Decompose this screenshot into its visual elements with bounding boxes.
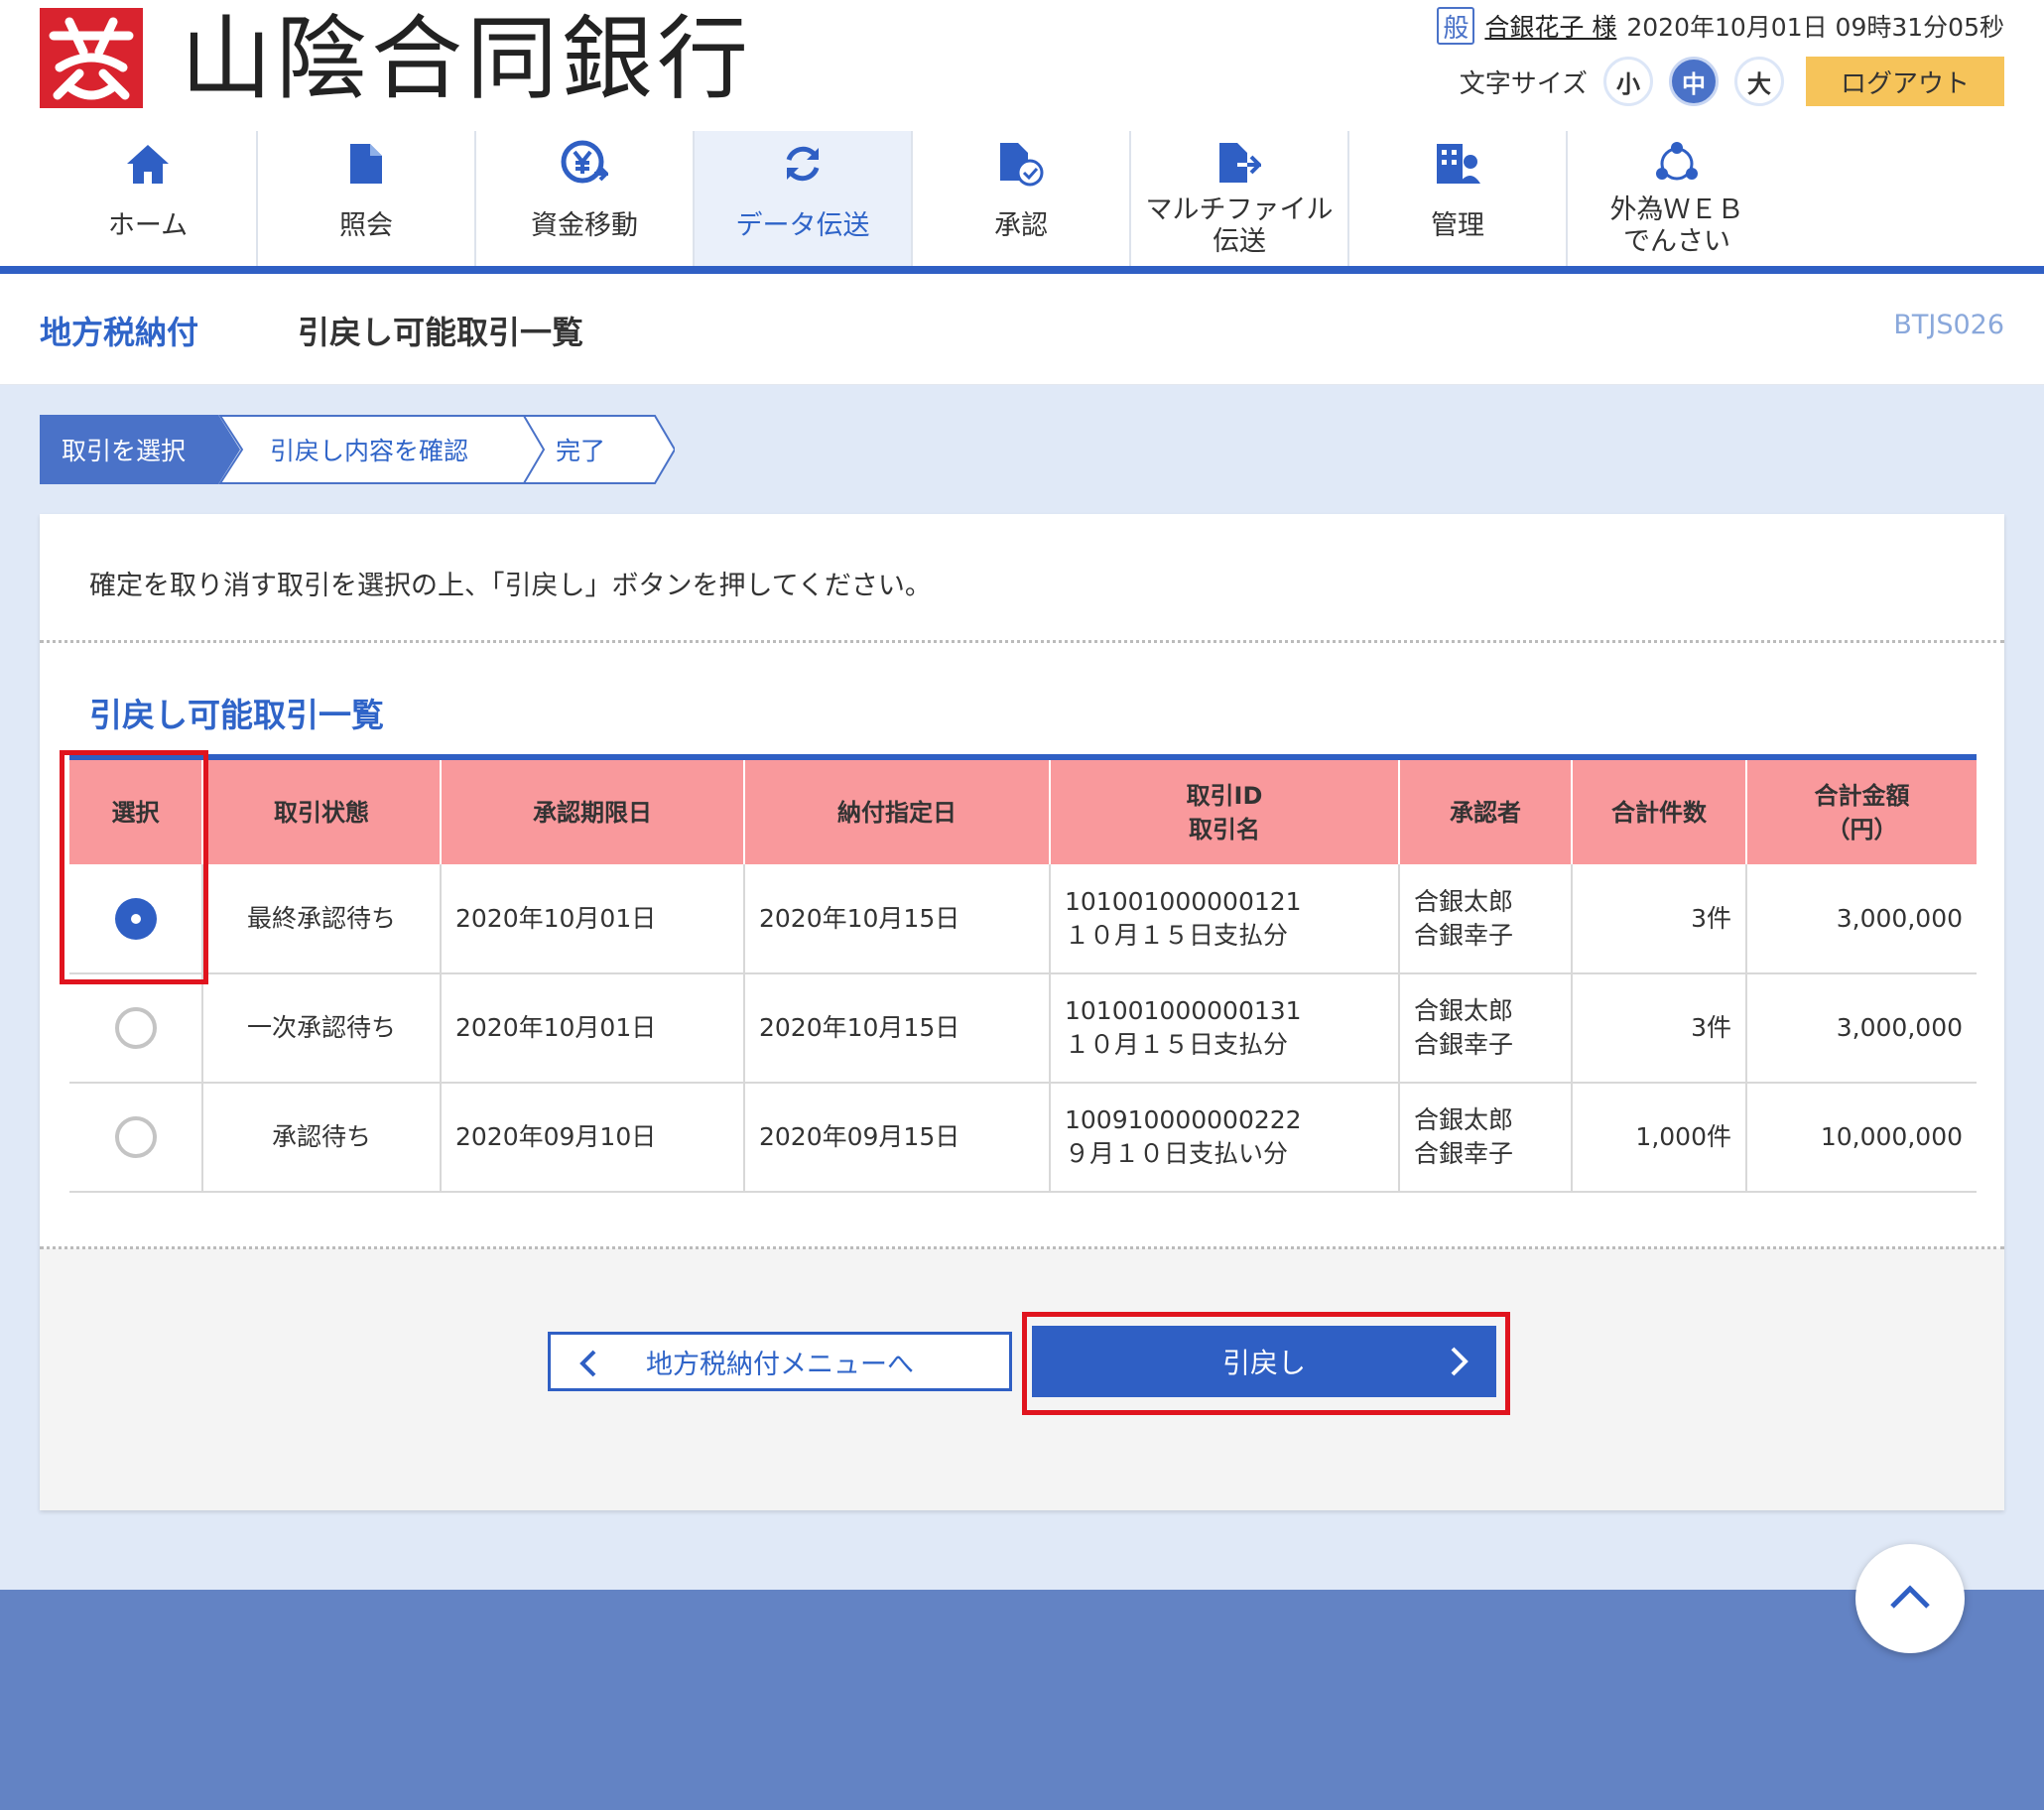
table-header-row: 選択 取引状態 承認期限日 納付指定日 取引ID 取引名 承認者 合計件数 合計… xyxy=(69,757,1977,864)
row-payment-date: 2020年10月15日 xyxy=(743,973,1050,1084)
row-transaction-id-name: 101001000000121 １０月１５日支払分 xyxy=(1049,864,1399,974)
row-approval-deadline: 2020年10月01日 xyxy=(440,864,744,974)
nav-inquiry[interactable]: 照会 xyxy=(258,131,476,266)
col-approvers: 承認者 xyxy=(1398,757,1572,864)
row-payment-date: 2020年10月15日 xyxy=(743,864,1050,974)
admin-icon xyxy=(1433,139,1482,189)
page-header: 地方税納付 引戻し可能取引一覧 BTJS026 xyxy=(0,274,2044,385)
divider xyxy=(40,640,2004,643)
select-column-highlight xyxy=(60,750,208,984)
footer xyxy=(0,1590,2044,1810)
pullback-button-highlight xyxy=(1022,1312,1510,1415)
row-select-radio[interactable] xyxy=(114,1007,157,1049)
row-transaction-id-name: 101001000000131 １０月１５日支払分 xyxy=(1049,973,1399,1084)
global-nav: ホーム 照会 資金移動 データ伝送 承認 マルチファイル 伝送 管理 外為ＷＥＢ… xyxy=(40,131,2004,266)
nav-inquiry-label: 照会 xyxy=(339,210,393,241)
row-total-amount: 3,000,000 xyxy=(1745,973,1977,1084)
nav-divider xyxy=(0,266,2044,274)
divider xyxy=(40,1246,2004,1249)
logout-button[interactable]: ログアウト xyxy=(1806,57,2004,106)
font-size-large-button[interactable]: 大 xyxy=(1734,57,1784,106)
login-datetime: 2020年10月01日 09時31分05秒 xyxy=(1626,13,2004,42)
step-1-select: 取引を選択 xyxy=(62,437,187,465)
user-info: 般 合銀花子 様 2020年10月01日 09時31分05秒 xyxy=(1437,6,2004,46)
row-select-radio[interactable] xyxy=(114,1116,157,1158)
step-2-confirm: 引戻し内容を確認 xyxy=(270,437,469,465)
screen-id: BTJS026 xyxy=(1893,310,2004,340)
approve-icon xyxy=(996,139,1046,189)
back-to-menu-label: 地方税納付メニューへ xyxy=(646,1349,914,1380)
nav-forex-densai-label: 外為ＷＥＢ でんさい xyxy=(1609,194,1744,257)
nav-data-transmission[interactable]: データ伝送 xyxy=(695,131,913,266)
chevron-left-icon xyxy=(576,1349,598,1385)
nav-fund-transfer[interactable]: 資金移動 xyxy=(476,131,695,266)
row-total-count: 3件 xyxy=(1571,864,1746,974)
sync-icon xyxy=(778,139,828,189)
nav-admin[interactable]: 管理 xyxy=(1349,131,1568,266)
page-title: 引戻し可能取引一覧 xyxy=(298,314,584,351)
font-size-label: 文字サイズ xyxy=(1459,68,1588,99)
transactions-table: 選択 取引状態 承認期限日 納付指定日 取引ID 取引名 承認者 合計件数 合計… xyxy=(69,754,1977,1193)
col-total-count: 合計件数 xyxy=(1571,757,1746,864)
col-approval-deadline: 承認期限日 xyxy=(440,757,744,864)
col-total-amount: 合計金額 （円） xyxy=(1745,757,1977,864)
back-to-top-button[interactable] xyxy=(1855,1544,1965,1653)
yen-transfer-icon xyxy=(560,139,609,189)
row-total-amount: 3,000,000 xyxy=(1745,864,1977,974)
col-payment-date: 納付指定日 xyxy=(743,757,1050,864)
bank-logo xyxy=(40,8,143,108)
user-name-link[interactable]: 合銀花子 様 xyxy=(1484,8,1616,44)
chevron-up-icon xyxy=(1888,1583,1932,1615)
table-row[interactable]: 最終承認待ち 2020年10月01日 2020年10月15日 101001000… xyxy=(69,864,1977,974)
row-status: 最終承認待ち xyxy=(201,864,441,974)
home-icon xyxy=(123,139,173,189)
nav-home[interactable]: ホーム xyxy=(40,131,258,266)
row-approvers: 合銀太郎 合銀幸子 xyxy=(1398,864,1572,974)
row-approvers: 合銀太郎 合銀幸子 xyxy=(1398,973,1572,1084)
file-transfer-icon xyxy=(1214,139,1264,189)
section-title: 引戻し可能取引一覧 xyxy=(89,696,384,734)
document-icon xyxy=(341,139,391,189)
font-size-controls: 文字サイズ 小 中 大 ログアウト xyxy=(1460,52,2004,111)
nav-data-transmission-label: データ伝送 xyxy=(735,210,870,241)
table-row[interactable]: 承認待ち 2020年09月10日 2020年09月15日 10091000000… xyxy=(69,1083,1977,1193)
step-indicator: 取引を選択 引戻し内容を確認 完了 xyxy=(40,415,675,484)
row-total-count: 3件 xyxy=(1571,973,1746,1084)
instruction-text: 確定を取り消す取引を選択の上、「引戻し」ボタンを押してください。 xyxy=(89,571,932,601)
nav-multi-file-label: マルチファイル 伝送 xyxy=(1145,194,1334,257)
table-row[interactable]: 一次承認待ち 2020年10月01日 2020年10月15日 101001000… xyxy=(69,973,1977,1084)
network-icon xyxy=(1652,139,1702,189)
bank-name: 山陰合同銀行 xyxy=(181,6,753,112)
nav-admin-label: 管理 xyxy=(1431,210,1484,241)
font-size-medium-button[interactable]: 中 xyxy=(1669,57,1719,106)
row-status: 一次承認待ち xyxy=(201,973,441,1084)
nav-fund-transfer-label: 資金移動 xyxy=(531,210,638,241)
nav-approval-label: 承認 xyxy=(994,210,1048,241)
row-transaction-id-name: 100910000000222 ９月１０日支払い分 xyxy=(1049,1083,1399,1193)
row-approvers: 合銀太郎 合銀幸子 xyxy=(1398,1083,1572,1193)
row-status: 承認待ち xyxy=(201,1083,441,1193)
service-name: 地方税納付 xyxy=(40,314,199,351)
font-size-small-button[interactable]: 小 xyxy=(1603,57,1653,106)
row-approval-deadline: 2020年09月10日 xyxy=(440,1083,744,1193)
col-transaction-id-name: 取引ID 取引名 xyxy=(1049,757,1399,864)
nav-multi-file[interactable]: マルチファイル 伝送 xyxy=(1131,131,1349,266)
row-total-count: 1,000件 xyxy=(1571,1083,1746,1193)
row-total-amount: 10,000,000 xyxy=(1745,1083,1977,1193)
nav-approval[interactable]: 承認 xyxy=(913,131,1131,266)
content-card: 確定を取り消す取引を選択の上、「引戻し」ボタンを押してください。 引戻し可能取引… xyxy=(40,514,2004,1510)
back-to-menu-button[interactable]: 地方税納付メニューへ xyxy=(548,1332,1012,1391)
row-payment-date: 2020年09月15日 xyxy=(743,1083,1050,1193)
nav-forex-densai[interactable]: 外為ＷＥＢ でんさい xyxy=(1568,131,1786,266)
step-3-complete: 完了 xyxy=(556,437,606,465)
nav-home-label: ホーム xyxy=(107,210,189,241)
row-approval-deadline: 2020年10月01日 xyxy=(440,973,744,1084)
auth-badge: 般 xyxy=(1437,7,1475,45)
col-status: 取引状態 xyxy=(201,757,441,864)
